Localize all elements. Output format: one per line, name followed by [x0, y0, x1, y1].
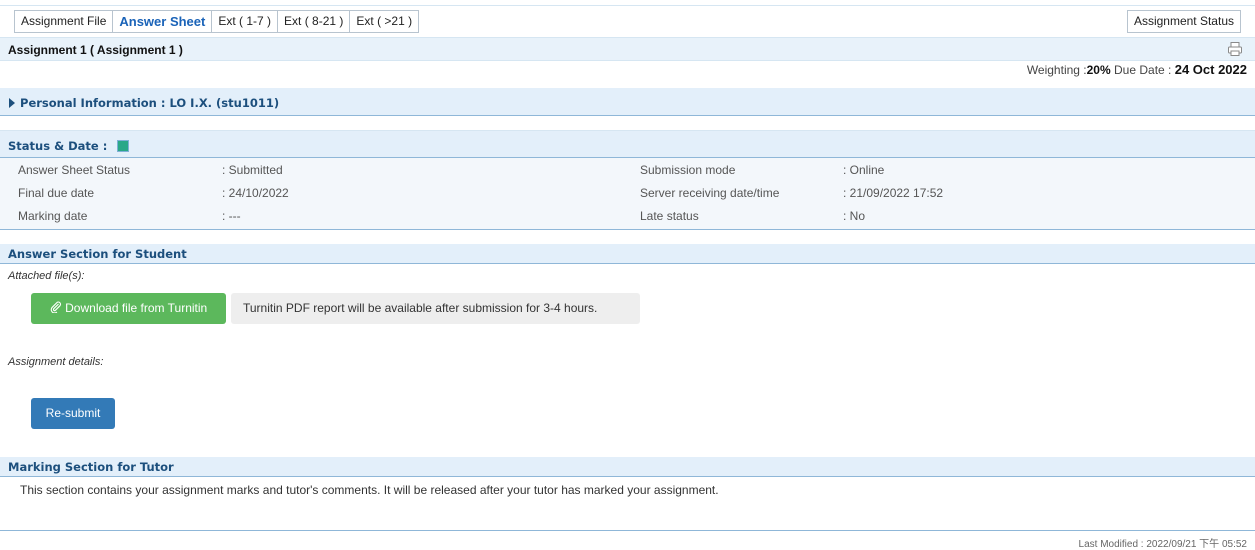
personal-info-label: Personal Information : LO I.X. (stu1011) [20, 96, 280, 110]
triangle-right-icon [9, 98, 15, 108]
tab-answer-sheet[interactable]: Answer Sheet [112, 10, 212, 33]
attached-files-label: Attached file(s): [8, 270, 85, 282]
tab-ext-1-7[interactable]: Ext ( 1-7 ) [211, 10, 278, 33]
download-turnitin-button[interactable]: Download file from Turnitin [31, 293, 226, 324]
status-label: Submission mode [640, 163, 736, 177]
personal-info-row[interactable]: Personal Information : LO I.X. (stu1011) [8, 96, 279, 110]
paperclip-icon [50, 301, 61, 314]
tab-ext-over-21[interactable]: Ext ( >21 ) [349, 10, 420, 33]
marking-section-title: Marking Section for Tutor [8, 460, 174, 474]
title-bar: Assignment 1 ( Assignment 1 ) [0, 37, 1255, 61]
due-date-value: 24 Oct 2022 [1174, 62, 1247, 77]
resubmit-button[interactable]: Re-submit [31, 398, 115, 429]
status-header: Status & Date : [0, 130, 1255, 158]
status-panel: Answer Sheet Status : Submitted Submissi… [0, 158, 1255, 230]
due-date-label: Due Date : [1114, 63, 1172, 77]
tab-assignment-file[interactable]: Assignment File [14, 10, 113, 33]
marking-section-header: Marking Section for Tutor [0, 457, 1255, 477]
status-value: : No [843, 209, 866, 223]
print-icon[interactable] [1227, 41, 1243, 57]
weighting-due-date: Weighting :20% Due Date : 24 Oct 2022 [1027, 62, 1247, 77]
answer-section-header: Answer Section for Student [0, 244, 1255, 264]
status-value: : --- [222, 209, 241, 223]
status-row: Answer Sheet Status : Submitted Submissi… [0, 160, 1255, 180]
tab-assignment-status[interactable]: Assignment Status [1126, 10, 1241, 33]
status-label: Server receiving date/time [640, 186, 780, 200]
status-row: Marking date : --- Late status : No [0, 206, 1255, 226]
assignment-details-label: Assignment details: [8, 356, 104, 368]
page-title: Assignment 1 ( Assignment 1 ) [8, 43, 183, 57]
top-border [0, 5, 1255, 6]
tab-ext-8-21[interactable]: Ext ( 8-21 ) [277, 10, 350, 33]
turnitin-notice: Turnitin PDF report will be available af… [231, 293, 640, 324]
tab-bar: Assignment File Answer Sheet Ext ( 1-7 )… [14, 10, 420, 33]
status-value: : 21/09/2022 17:52 [843, 186, 944, 200]
marking-section-text: This section contains your assignment ma… [20, 483, 719, 497]
status-label: Final due date [18, 186, 95, 200]
status-label: Marking date [18, 209, 88, 223]
status-header-row: Status & Date : [8, 139, 130, 153]
status-header-label: Status & Date : [8, 139, 108, 153]
status-value: : Submitted [222, 163, 283, 177]
footer-divider [0, 530, 1255, 531]
status-row: Final due date : 24/10/2022 Server recei… [0, 183, 1255, 203]
weighting-value: 20% [1086, 63, 1111, 77]
status-value: : 24/10/2022 [222, 186, 289, 200]
personal-info-header[interactable]: Personal Information : LO I.X. (stu1011) [0, 88, 1255, 116]
status-square-icon [117, 140, 130, 152]
status-label: Answer Sheet Status [18, 163, 131, 177]
answer-section-title: Answer Section for Student [8, 247, 187, 261]
download-button-label: Download file from Turnitin [65, 301, 208, 315]
weighting-label: Weighting : [1026, 63, 1087, 77]
status-value: : Online [843, 163, 885, 177]
status-label: Late status [640, 209, 699, 223]
